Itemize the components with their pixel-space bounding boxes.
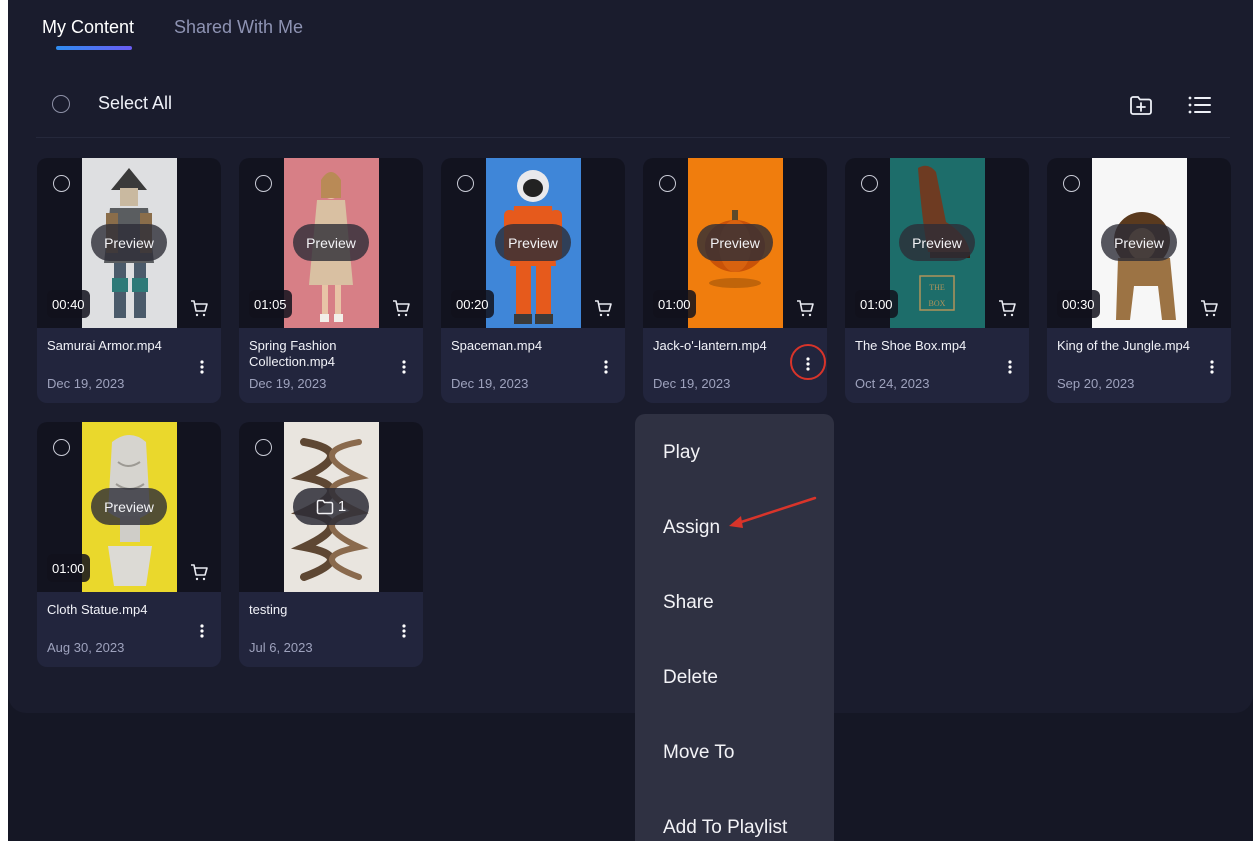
item-checkbox[interactable] [255,175,272,192]
more-vertical-icon [1210,360,1214,374]
card-title: King of the Jungle.mp4 [1057,338,1190,353]
card-title: The Shoe Box.mp4 [855,338,967,353]
media-card-king-of-the-jungle[interactable]: Preview 00:30 King of the Jungle.mp4 Sep… [1047,158,1231,403]
more-options-button[interactable] [192,619,212,643]
card-date: Dec 19, 2023 [47,376,125,391]
card-date: Dec 19, 2023 [249,376,327,391]
menu-item-move-to[interactable]: Move To [663,742,734,764]
more-options-button[interactable] [596,355,616,379]
more-vertical-icon [200,624,204,638]
annotation-arrow-icon [729,496,817,528]
cart-icon[interactable] [391,298,411,318]
folder-card-testing[interactable]: 1 testing Jul 6, 2023 [239,422,423,667]
new-folder-icon[interactable] [1128,92,1154,118]
card-title: Cloth Statue.mp4 [47,602,148,617]
card-date: Sep 20, 2023 [1057,376,1135,391]
list-view-icon[interactable] [1186,92,1212,118]
cart-icon[interactable] [189,298,209,318]
svg-text:THE: THE [929,283,945,292]
more-options-button[interactable] [394,355,414,379]
media-card-samurai[interactable]: Preview 00:40 Samurai Armor.mp4 Dec 19, … [37,158,221,403]
duration-badge: 01:00 [47,554,90,582]
svg-text:BOX: BOX [929,299,946,308]
item-checkbox[interactable] [1063,175,1080,192]
select-all-label[interactable]: Select All [98,93,172,114]
duration-badge: 01:00 [653,290,696,318]
more-vertical-icon [1008,360,1012,374]
cart-icon[interactable] [189,562,209,582]
folder-icon [316,499,334,514]
duration-badge: 01:05 [249,290,292,318]
card-title: Samurai Armor.mp4 [47,338,162,353]
media-card-fashion[interactable]: Preview 01:05 Spring Fashion Collection.… [239,158,423,403]
tab-my-content[interactable]: My Content [42,17,134,38]
folder-item-count: 1 [337,498,347,515]
media-card-jack-o-lantern[interactable]: Preview 01:00 Jack-o'-lantern.mp4 Dec 19… [643,158,827,403]
thumbnail[interactable]: 1 [239,422,423,592]
duration-badge: 01:00 [855,290,898,318]
card-title: Jack-o'-lantern.mp4 [653,338,767,353]
toolbar-divider [36,137,1230,138]
item-checkbox[interactable] [53,439,70,456]
more-options-button[interactable] [1000,355,1020,379]
menu-item-add-to-playlist[interactable]: Add To Playlist [663,817,787,839]
card-date: Oct 24, 2023 [855,376,930,391]
card-date: Dec 19, 2023 [653,376,731,391]
more-options-button[interactable] [1202,355,1222,379]
cart-icon[interactable] [795,298,815,318]
thumbnail[interactable]: Preview 00:30 [1047,158,1231,328]
thumbnail[interactable]: Preview 01:00 [37,422,221,592]
duration-badge: 00:20 [451,290,494,318]
media-card-spaceman[interactable]: Preview 00:20 Spaceman.mp4 Dec 19, 2023 [441,158,625,403]
cart-icon[interactable] [997,298,1017,318]
cart-icon[interactable] [1199,298,1219,318]
annotation-highlight-circle [790,344,826,380]
more-vertical-icon [402,624,406,638]
context-menu: Play Assign Share Delete Move To Add To … [635,414,834,841]
menu-item-play[interactable]: Play [663,442,700,464]
preview-button[interactable]: Preview [293,224,369,261]
item-checkbox[interactable] [659,175,676,192]
card-date: Aug 30, 2023 [47,640,125,655]
thumbnail[interactable]: Preview 00:20 [441,158,625,328]
menu-item-share[interactable]: Share [663,592,714,614]
duration-badge: 00:40 [47,290,90,318]
preview-button[interactable]: Preview [91,488,167,525]
media-card-cloth-statue[interactable]: Preview 01:00 Cloth Statue.mp4 Aug 30, 2… [37,422,221,667]
active-tab-indicator [56,46,132,50]
more-vertical-icon [200,360,204,374]
item-checkbox[interactable] [457,175,474,192]
more-options-button[interactable] [192,355,212,379]
thumbnail[interactable]: Preview 01:00 [643,158,827,328]
select-all-checkbox[interactable] [52,95,70,113]
item-checkbox[interactable] [255,439,272,456]
media-card-shoe-box[interactable]: THE BOX Preview 01:00 The Shoe Box.mp4 O… [845,158,1029,403]
preview-button[interactable]: Preview [899,224,975,261]
more-vertical-icon [402,360,406,374]
menu-item-assign[interactable]: Assign [663,517,720,539]
more-options-button[interactable] [394,619,414,643]
card-date: Jul 6, 2023 [249,640,313,655]
menu-item-delete[interactable]: Delete [663,667,718,689]
preview-button[interactable]: Preview [495,224,571,261]
card-title: Spring Fashion Collection.mp4 [249,338,337,369]
card-title: Spaceman.mp4 [451,338,543,353]
thumbnail[interactable]: Preview 00:40 [37,158,221,328]
thumbnail[interactable]: Preview 01:05 [239,158,423,328]
folder-count-badge[interactable]: 1 [293,488,369,525]
card-date: Dec 19, 2023 [451,376,529,391]
preview-button[interactable]: Preview [91,224,167,261]
tab-shared-with-me[interactable]: Shared With Me [174,17,303,38]
preview-button[interactable]: Preview [697,224,773,261]
more-vertical-icon [604,360,608,374]
preview-button[interactable]: Preview [1101,224,1177,261]
item-checkbox[interactable] [53,175,70,192]
item-checkbox[interactable] [861,175,878,192]
cart-icon[interactable] [593,298,613,318]
card-title: testing [249,602,288,617]
duration-badge: 00:30 [1057,290,1100,318]
thumbnail[interactable]: THE BOX Preview 01:00 [845,158,1029,328]
